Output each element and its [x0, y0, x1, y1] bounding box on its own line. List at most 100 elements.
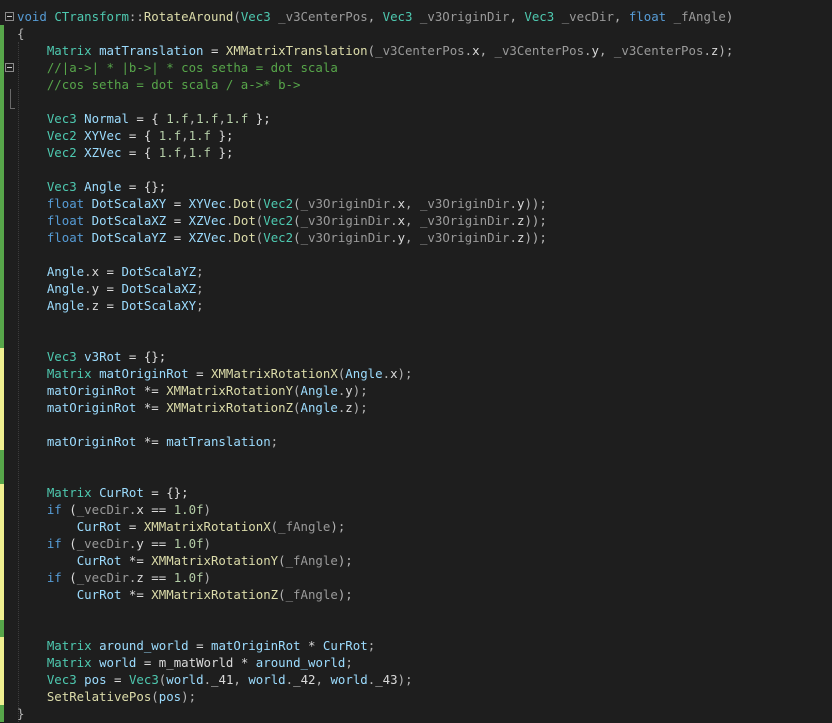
code-line[interactable]: Vec2 XYVec = { 1.f,1.f }; [17, 127, 234, 144]
identifier: Angle [300, 383, 338, 398]
parameter: _v3OriginDir [300, 230, 391, 245]
number-literal: 1.0f [173, 536, 204, 551]
code-line[interactable]: Matrix matTranslation = XMMatrixTranslat… [17, 42, 733, 59]
punctuation: ( [293, 196, 301, 211]
parameter: _fAngle [278, 519, 331, 534]
code-line[interactable]: { [17, 25, 24, 42]
code-line[interactable]: float DotScalaYZ = XZVec.Dot(Vec2(_v3Ori… [17, 229, 547, 246]
code-line[interactable]: matOriginRot *= XMMatrixRotationY(Angle.… [17, 382, 368, 399]
code-text: = {}; [143, 485, 189, 500]
member: y [591, 43, 599, 58]
identifier: DotScalaXZ [91, 213, 167, 228]
punctuation: ( [293, 400, 301, 415]
identifier: XZVec [84, 145, 122, 160]
code-area[interactable]: void CTransform::RotateAround(Vec3 _v3Ce… [0, 0, 832, 723]
punctuation: ); [397, 672, 413, 687]
code-text: }; [248, 111, 271, 126]
identifier: world [99, 655, 137, 670]
punctuation: . [509, 213, 517, 228]
code-line[interactable]: SetRelativePos(pos); [17, 688, 196, 705]
type-name: Vec3 [382, 9, 413, 24]
code-line[interactable]: Matrix matOriginRot = XMMatrixRotationX(… [17, 365, 413, 382]
code-line[interactable]: Matrix around_world = matOriginRot * Cur… [17, 637, 375, 654]
parameter: _v3CenterPos [278, 9, 368, 24]
punctuation: , [367, 9, 383, 24]
type-name: Vec2 [263, 213, 294, 228]
code-line[interactable]: //|a->| * |b->| * cos setha = dot scala [17, 59, 338, 76]
type-name: Vec2 [263, 196, 294, 211]
punctuation: , [613, 9, 629, 24]
code-text: ( [61, 570, 77, 585]
identifier: matOriginRot [46, 383, 137, 398]
code-line[interactable]: void CTransform::RotateAround(Vec3 _v3Ce… [17, 8, 733, 25]
parameter: _v3OriginDir [419, 196, 510, 211]
identifier: Angle [345, 366, 383, 381]
code-line[interactable]: //cos setha = dot scala / a->* b-> [17, 76, 301, 93]
number-literal: 1.f [188, 128, 212, 143]
punctuation: ( [293, 383, 301, 398]
code-line[interactable]: Vec3 Normal = { 1.f,1.f,1.f }; [17, 110, 271, 127]
parameter: _v3CenterPos [375, 43, 465, 58]
punctuation: ); [397, 366, 413, 381]
punctuation: , [233, 672, 249, 687]
code-text: = { [128, 111, 167, 126]
parameter: _v3CenterPos [613, 43, 704, 58]
code-line[interactable]: if (_vecDir.x == 1.0f) [17, 501, 211, 518]
code-line[interactable]: Matrix CurRot = {}; [17, 484, 189, 501]
code-line[interactable]: Vec2 XZVec = { 1.f,1.f }; [17, 144, 234, 161]
number-literal: 1.0f [173, 502, 204, 517]
code-line[interactable]: Angle.z = DotScalaXY; [17, 297, 204, 314]
punctuation: ) [203, 502, 211, 517]
function-name: XMMatrixRotationY [166, 383, 294, 398]
identifier: matOriginRot [46, 434, 137, 449]
code-text: = { [121, 145, 159, 160]
code-line[interactable]: Vec3 pos = Vec3(world._41, world._42, wo… [17, 671, 413, 688]
code-line[interactable]: Vec3 Angle = {}; [17, 178, 166, 195]
code-line[interactable]: matOriginRot *= XMMatrixRotationZ(Angle.… [17, 399, 368, 416]
parameter: _vecDir [76, 536, 129, 551]
code-text: = [166, 196, 189, 211]
member: y [136, 536, 144, 551]
member: x [91, 264, 100, 279]
code-text: = [203, 43, 226, 58]
punctuation: . [390, 230, 398, 245]
member: z [345, 400, 353, 415]
code-line[interactable]: if (_vecDir.y == 1.0f) [17, 535, 211, 552]
code-line[interactable]: Matrix world = m_matWorld * around_world… [17, 654, 353, 671]
code-text: *= [136, 434, 167, 449]
comment: //cos setha = dot scala / a->* b-> [46, 77, 301, 92]
punctuation: . [203, 672, 212, 687]
identifier: world [166, 672, 204, 687]
type-name: Vec3 [46, 349, 77, 364]
punctuation: . [84, 281, 92, 296]
code-line[interactable]: float DotScalaXZ = XZVec.Dot(Vec2(_v3Ori… [17, 212, 547, 229]
code-line[interactable]: CurRot = XMMatrixRotationX(_fAngle); [17, 518, 346, 535]
code-line[interactable]: Angle.x = DotScalaYZ; [17, 263, 204, 280]
number-literal: 1.0f [173, 570, 204, 585]
code-line[interactable]: matOriginRot *= matTranslation; [17, 433, 278, 450]
code-line[interactable]: Angle.y = DotScalaXZ; [17, 280, 204, 297]
code-line[interactable]: if (_vecDir.z == 1.0f) [17, 569, 211, 586]
code-line[interactable]: } [17, 705, 24, 722]
identifier: matOriginRot [46, 400, 137, 415]
code-line[interactable]: Vec3 v3Rot = {}; [17, 348, 166, 365]
punctuation: ( [293, 230, 301, 245]
function-name: XMMatrixRotationZ [166, 400, 294, 415]
code-line[interactable]: CurRot *= XMMatrixRotationZ(_fAngle); [17, 586, 353, 603]
code-line[interactable]: float DotScalaXY = XYVec.Dot(Vec2(_v3Ori… [17, 195, 547, 212]
parameter: _v3CenterPos [494, 43, 585, 58]
code-line[interactable]: CurRot *= XMMatrixRotationY(_fAngle); [17, 552, 353, 569]
code-editor[interactable]: void CTransform::RotateAround(Vec3 _v3Ce… [0, 0, 832, 723]
member: _43 [375, 672, 398, 687]
code-text: == [143, 570, 174, 585]
